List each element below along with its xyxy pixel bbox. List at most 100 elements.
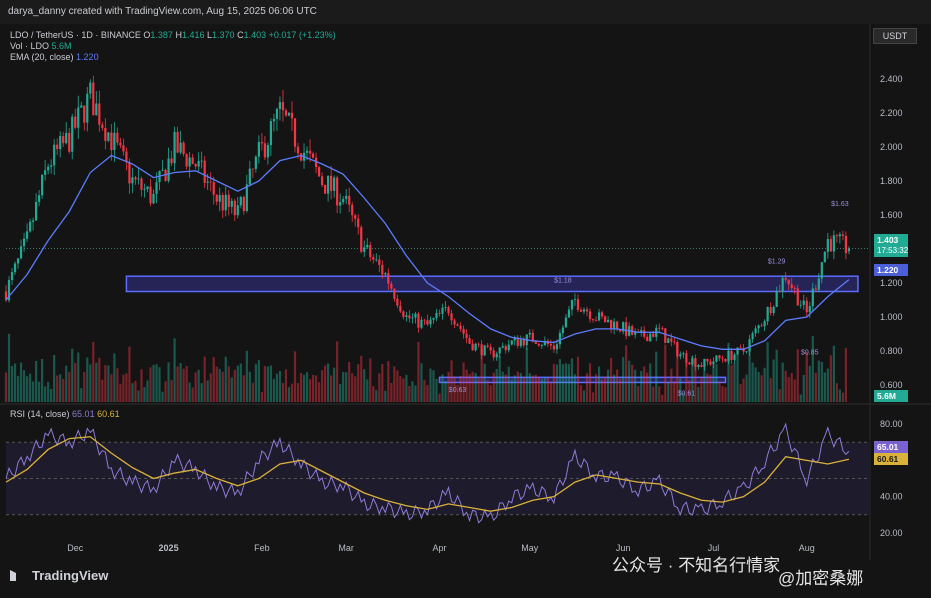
volume-bar — [116, 368, 119, 402]
volume-bar — [582, 390, 586, 402]
time-tick-label: Apr — [432, 543, 446, 553]
volume-bar — [492, 372, 495, 402]
rsi-tick-label: 20.00 — [880, 528, 903, 538]
volume-bar — [333, 367, 336, 402]
candle-body — [613, 321, 616, 330]
volume-bar — [516, 371, 519, 402]
volume-bar — [573, 374, 577, 402]
volume-bar — [320, 370, 324, 402]
volume-bar — [603, 376, 607, 402]
candle-body — [769, 307, 772, 314]
candle-body — [435, 312, 438, 318]
candle-body — [585, 309, 589, 312]
candle-body — [489, 346, 492, 351]
candle-body — [697, 364, 700, 367]
volume-bar — [841, 392, 845, 402]
candle-body — [113, 132, 116, 151]
candle-body — [519, 339, 522, 346]
volume-bar — [826, 368, 829, 402]
candle-body — [480, 344, 483, 356]
candle-body — [405, 315, 408, 317]
volume-bar — [474, 373, 477, 402]
candle-body — [272, 118, 276, 122]
candle-body — [369, 244, 372, 258]
volume-bar — [257, 360, 260, 402]
volume-bar — [327, 363, 330, 402]
volume-bar — [610, 357, 613, 402]
candle-body — [760, 325, 763, 327]
volume-bar — [170, 379, 173, 402]
candle-body — [65, 132, 68, 144]
candle-body — [468, 338, 471, 344]
candle-body — [59, 136, 62, 150]
candle-body — [384, 273, 387, 275]
volume-bar — [465, 369, 468, 402]
candle-body — [16, 258, 20, 264]
volume-bar — [342, 372, 345, 402]
candle-body — [558, 333, 562, 345]
candle-body — [835, 235, 838, 237]
candle-body — [284, 110, 288, 116]
candle-body — [462, 328, 465, 334]
candle-body — [95, 103, 98, 116]
volume-bar — [200, 383, 203, 402]
volume-bar — [31, 381, 35, 402]
volume-bar — [549, 382, 552, 402]
volume-bar — [402, 378, 405, 402]
time-tick-label: Aug — [799, 543, 815, 553]
candle-body — [320, 176, 324, 186]
volume-bar — [772, 359, 775, 402]
volume-bar — [646, 372, 649, 402]
volume-bar — [489, 385, 492, 402]
candle-body — [119, 142, 122, 146]
volume-bar — [366, 379, 369, 402]
volume-bar — [155, 364, 158, 402]
candle-body — [829, 239, 832, 252]
volume-bar — [245, 350, 248, 402]
tradingview-logo[interactable]: TradingView — [10, 568, 108, 583]
volume-bar — [68, 372, 71, 402]
time-tick-label: Feb — [254, 543, 270, 553]
volume-bar — [802, 374, 805, 402]
candle-body — [348, 195, 351, 205]
candle-body — [670, 338, 673, 342]
volume-bar — [293, 351, 297, 402]
candle-body — [796, 288, 799, 306]
candle-body — [784, 277, 787, 280]
candle-body — [366, 244, 369, 248]
volume-bar — [390, 382, 393, 402]
volume-bar — [197, 369, 200, 402]
candle-body — [610, 320, 613, 330]
volume-bar — [835, 383, 838, 402]
candle-body — [823, 251, 826, 263]
volume-bar — [266, 366, 270, 402]
volume-bar — [275, 373, 279, 402]
candle-body — [444, 307, 447, 308]
volume-bar — [194, 372, 197, 402]
candle-body — [257, 141, 260, 157]
volume-bar — [227, 366, 230, 402]
volume-bar — [519, 373, 522, 402]
candle-body — [170, 158, 173, 164]
volume-bar — [59, 374, 62, 402]
volume-bar — [62, 378, 65, 402]
candle-body — [483, 345, 486, 356]
candle-body — [266, 145, 270, 158]
candle-body — [363, 247, 366, 252]
volume-bar — [414, 385, 417, 402]
candle-body — [597, 312, 601, 321]
volume-bar — [53, 355, 56, 402]
volume-bar — [420, 363, 423, 402]
volume-bar — [290, 383, 294, 402]
volume-bar — [137, 390, 140, 402]
volume-bar — [314, 375, 318, 402]
candle-body — [793, 287, 796, 289]
volume-bar — [336, 341, 339, 402]
volume-bar — [38, 381, 41, 402]
price-chart[interactable]: 2.4002.2002.0001.8001.6001.4001.2001.000… — [0, 0, 931, 598]
volume-bar — [730, 365, 733, 402]
volume-bar — [212, 357, 215, 402]
volume-bar — [278, 370, 282, 402]
volume-bar — [564, 363, 568, 402]
candle-body — [582, 309, 586, 312]
